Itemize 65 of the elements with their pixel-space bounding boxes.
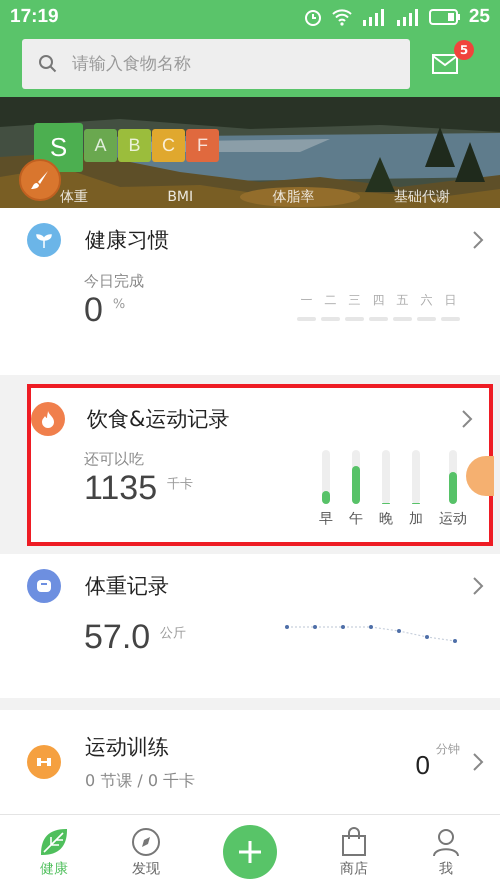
unit-label: 千卡 [167,476,194,493]
grade-tile: S [34,123,83,172]
wifi-icon [330,8,353,26]
dumbbell-icon [27,745,61,779]
weekday-label: 一 [300,292,312,309]
metric-label: 基础代谢 [394,188,450,206]
tab-item[interactable]: 我 [431,826,461,878]
metric-label: 体重 [60,188,88,206]
plus-icon [237,839,263,865]
calories-value: 1135 [84,469,158,508]
card-title: 运动训练 [85,734,170,760]
leaf-icon [39,826,69,856]
weekday-label: 三 [348,292,360,309]
signal-icon [394,8,421,26]
weekday-label: 日 [444,292,456,309]
grade-tile: A [84,129,117,162]
chevron-icon[interactable] [472,576,484,596]
meal-label: 午 [349,510,363,528]
weight-value: 57.0 [84,618,150,657]
add-button[interactable] [223,825,277,879]
weekday-label: 四 [372,292,384,309]
training-summary: 0 节课 / 0 千卡 [85,770,196,792]
meal-label: 加 [409,510,423,528]
unit-label: 分钟 [436,740,460,758]
battery-level: 25 [468,6,490,28]
card-title: 健康习惯 [85,227,170,254]
minutes-value: 0 [416,750,430,780]
unread-badge: 5 [454,40,474,60]
meal-label: 早 [319,510,333,528]
sprout-icon [27,223,61,257]
meal-label: 运动 [439,510,467,528]
metric-label: 体脂率 [272,188,315,206]
unit-label: % [112,297,126,312]
weekday-label: 六 [420,292,432,309]
search-icon [38,54,58,74]
alarm-icon [302,7,323,27]
chevron-icon[interactable] [461,409,473,429]
flame-icon [31,402,65,436]
chevron-icon[interactable] [472,230,484,250]
scale-icon [27,569,61,603]
chevron-icon[interactable] [472,752,484,772]
signal-icon [360,8,387,26]
floating-button[interactable] [466,456,494,496]
person-icon [431,826,461,856]
tab-item[interactable]: 发现 [131,826,161,878]
grade-tile: B [118,129,151,162]
battery-icon [428,8,461,26]
card-title: 饮食&运动记录 [87,406,230,433]
envelope-icon [432,54,458,74]
meal-label: 晚 [379,510,393,528]
metric-label: BMI [167,188,194,206]
completion-value: 0 [84,291,103,330]
card-title: 体重记录 [85,573,170,600]
caption: 今日完成 [84,272,144,291]
grade-tile: C [152,129,185,162]
grade-tile: F [186,129,219,162]
shopping-bag-icon [339,826,369,856]
weekday-label: 五 [396,292,408,309]
search-field[interactable]: 请输入食物名称 [22,39,410,89]
clock: 17:19 [10,6,59,28]
tab-item[interactable]: 商店 [339,826,369,878]
weekday-label: 二 [324,292,336,309]
caption: 还可以吃 [84,450,145,469]
compass-icon [131,826,161,856]
unit-label: 公斤 [160,625,186,642]
